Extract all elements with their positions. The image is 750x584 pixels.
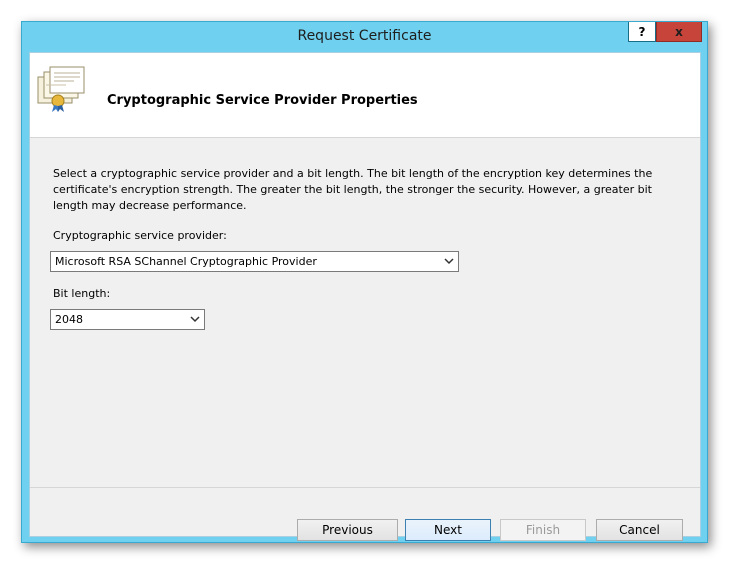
finish-button[interactable]: Finish bbox=[500, 519, 586, 541]
csp-label: Cryptographic service provider: bbox=[53, 229, 227, 242]
wizard-header: Cryptographic Service Provider Propertie… bbox=[30, 53, 700, 138]
close-icon: x bbox=[675, 24, 683, 39]
cancel-button-label: Cancel bbox=[619, 523, 660, 537]
chevron-down-icon bbox=[190, 316, 200, 323]
title-bar[interactable]: Request Certificate ? x bbox=[22, 22, 707, 52]
close-button[interactable]: x bbox=[656, 22, 702, 42]
previous-button[interactable]: Previous bbox=[297, 519, 398, 541]
window-title: Request Certificate bbox=[297, 28, 432, 44]
help-button[interactable]: ? bbox=[628, 22, 656, 42]
csp-select[interactable]: Microsoft RSA SChannel Cryptographic Pro… bbox=[50, 251, 459, 272]
footer-divider bbox=[30, 487, 700, 488]
certificate-icon bbox=[37, 66, 85, 112]
bit-length-label: Bit length: bbox=[53, 287, 111, 300]
chevron-down-icon bbox=[444, 258, 454, 265]
dialog-window: Request Certificate ? x Cryptographic Se… bbox=[21, 21, 708, 543]
previous-button-label: Previous bbox=[322, 523, 373, 537]
csp-selected-value: Microsoft RSA SChannel Cryptographic Pro… bbox=[55, 255, 317, 268]
page-title: Cryptographic Service Provider Propertie… bbox=[107, 93, 418, 108]
next-button[interactable]: Next bbox=[405, 519, 491, 541]
finish-button-label: Finish bbox=[525, 523, 561, 537]
bit-length-selected-value: 2048 bbox=[55, 313, 83, 326]
cancel-button[interactable]: Cancel bbox=[596, 519, 683, 541]
bit-length-select[interactable]: 2048 bbox=[50, 309, 205, 330]
next-button-label: Next bbox=[434, 523, 462, 537]
description-text: Select a cryptographic service provider … bbox=[53, 167, 653, 212]
dialog-client-area: Cryptographic Service Provider Propertie… bbox=[29, 52, 701, 541]
